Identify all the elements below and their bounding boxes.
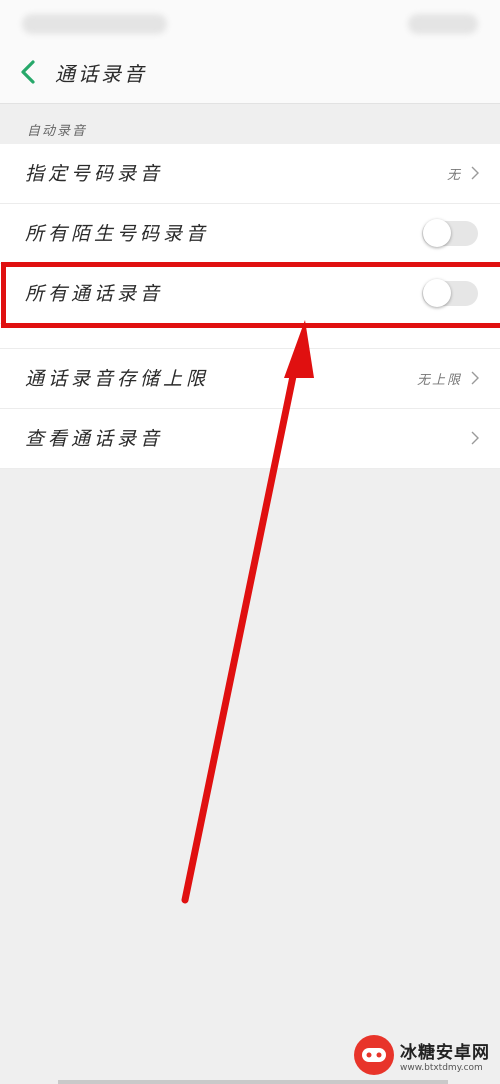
watermark: 冰糖安卓网 www.btxtdmy.com — [354, 1034, 494, 1076]
title-bar: 通话录音 — [0, 50, 500, 104]
list-spacer — [0, 324, 500, 349]
row-label: 查看通话录音 — [25, 428, 164, 450]
toggle-knob — [423, 219, 451, 247]
chevron-right-icon — [471, 371, 479, 385]
home-indicator — [58, 1080, 448, 1084]
row-label: 所有通话录音 — [25, 283, 164, 305]
row-storage-limit[interactable]: 通话录音存储上限 无上限 — [0, 349, 500, 409]
toggle-all-calls-record[interactable] — [422, 279, 478, 307]
row-value: 无上限 — [416, 373, 462, 388]
page-title: 通话录音 — [55, 62, 147, 86]
status-bar-right-blurred — [408, 14, 478, 34]
chevron-right-icon — [471, 166, 479, 180]
toggle-knob — [423, 279, 451, 307]
row-value: 无 — [446, 168, 462, 183]
row-specified-number-record[interactable]: 指定号码录音 无 — [0, 144, 500, 204]
toggle-unknown-number-record[interactable] — [422, 219, 478, 247]
row-label: 所有陌生号码录音 — [25, 223, 210, 245]
watermark-url: www.btxtdmy.com — [400, 1062, 483, 1073]
status-bar — [0, 0, 500, 50]
settings-list: 指定号码录音 无 所有陌生号码录音 所有通话录音 通话录音存储上限 无上限 查看… — [0, 144, 500, 469]
watermark-title: 冰糖安卓网 — [400, 1042, 490, 1063]
chevron-right-icon — [471, 431, 479, 445]
watermark-text: 冰糖安卓网 www.btxtdmy.com — [400, 1038, 490, 1073]
row-view-recordings[interactable]: 查看通话录音 — [0, 409, 500, 469]
section-header-auto-record: 自动录音 — [27, 124, 88, 139]
row-unknown-number-record: 所有陌生号码录音 — [0, 204, 500, 264]
row-label: 指定号码录音 — [25, 163, 164, 185]
chevron-left-icon[interactable] — [16, 57, 40, 87]
status-bar-left-blurred — [22, 14, 167, 34]
row-label: 通话录音存储上限 — [25, 368, 210, 390]
row-all-calls-record: 所有通话录音 — [0, 264, 500, 324]
watermark-logo-icon — [354, 1035, 394, 1075]
